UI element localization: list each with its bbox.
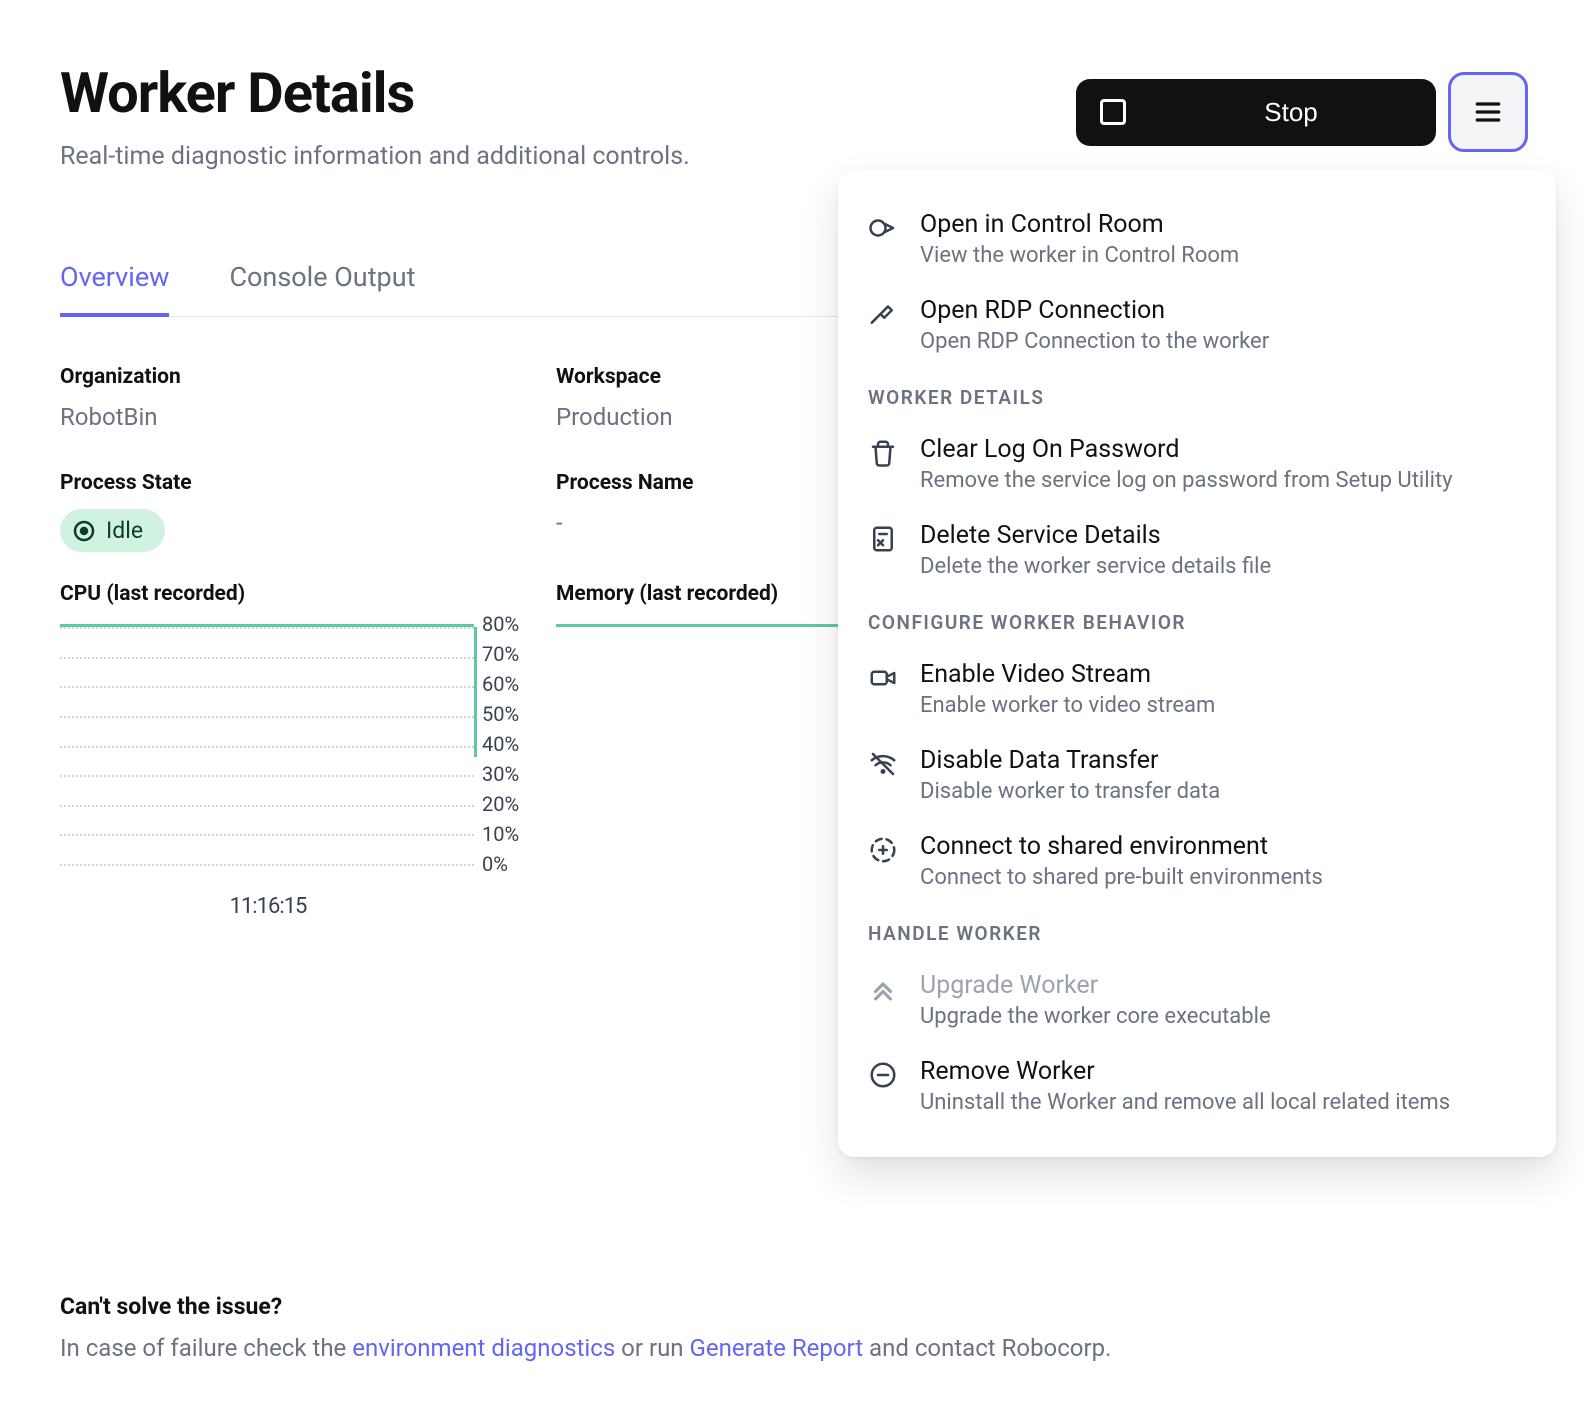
- page-subtitle: Real-time diagnostic information and add…: [60, 142, 690, 171]
- cpu-chart: 80% 70% 60% 50% 40% 30% 20% 10% 0%: [60, 624, 536, 864]
- minus-circle-icon: [868, 1060, 898, 1090]
- menu-button[interactable]: [1448, 72, 1528, 152]
- page-title: Worker Details: [60, 60, 690, 126]
- organization-label: Organization: [60, 365, 536, 389]
- menu-connect-shared-env[interactable]: Connect to shared environment Connect to…: [838, 818, 1556, 904]
- organization-value: RobotBin: [60, 403, 536, 431]
- menu-clear-password[interactable]: Clear Log On Password Remove the service…: [838, 421, 1556, 507]
- target-plus-icon: [868, 835, 898, 865]
- external-link-icon: [868, 213, 898, 243]
- chevron-up-icon: [868, 974, 898, 1004]
- context-menu: Open in Control Room View the worker in …: [838, 170, 1556, 1157]
- footer-text: In case of failure check the environment…: [60, 1334, 1528, 1362]
- stop-icon: [1100, 99, 1126, 125]
- file-delete-icon: [868, 524, 898, 554]
- menu-upgrade-worker: Upgrade Worker Upgrade the worker core e…: [838, 957, 1556, 1043]
- env-diagnostics-link[interactable]: environment diagnostics: [352, 1334, 615, 1362]
- menu-remove-worker[interactable]: Remove Worker Uninstall the Worker and r…: [838, 1043, 1556, 1129]
- menu-open-control-room[interactable]: Open in Control Room View the worker in …: [838, 196, 1556, 282]
- menu-section-handle: HANDLE WORKER: [838, 904, 1556, 957]
- video-icon: [868, 663, 898, 693]
- menu-disable-data-transfer[interactable]: Disable Data Transfer Disable worker to …: [838, 732, 1556, 818]
- status-badge: Idle: [60, 509, 165, 552]
- idle-icon: [72, 519, 96, 543]
- process-state-value: Idle: [106, 517, 143, 544]
- trash-icon: [868, 438, 898, 468]
- cpu-x-axis: 11:16:15: [60, 894, 536, 919]
- stop-button[interactable]: Stop: [1076, 79, 1436, 146]
- generate-report-link[interactable]: Generate Report: [690, 1334, 864, 1362]
- cpu-chart-label: CPU (last recorded): [60, 582, 536, 606]
- rdp-icon: [868, 299, 898, 329]
- menu-delete-service-details[interactable]: Delete Service Details Delete the worker…: [838, 507, 1556, 593]
- menu-open-rdp[interactable]: Open RDP Connection Open RDP Connection …: [838, 282, 1556, 368]
- menu-section-configure: CONFIGURE WORKER BEHAVIOR: [838, 593, 1556, 646]
- cpu-y-axis: 80% 70% 60% 50% 40% 30% 20% 10% 0%: [474, 612, 536, 876]
- menu-enable-video-stream[interactable]: Enable Video Stream Enable worker to vid…: [838, 646, 1556, 732]
- hamburger-icon: [1472, 96, 1504, 128]
- process-state-label: Process State: [60, 471, 536, 495]
- stop-button-label: Stop: [1206, 97, 1376, 128]
- menu-section-worker-details: WORKER DETAILS: [838, 368, 1556, 421]
- tab-overview[interactable]: Overview: [60, 261, 169, 317]
- wifi-off-icon: [868, 749, 898, 779]
- tab-console-output[interactable]: Console Output: [229, 261, 415, 317]
- footer-heading: Can't solve the issue?: [60, 1293, 1528, 1320]
